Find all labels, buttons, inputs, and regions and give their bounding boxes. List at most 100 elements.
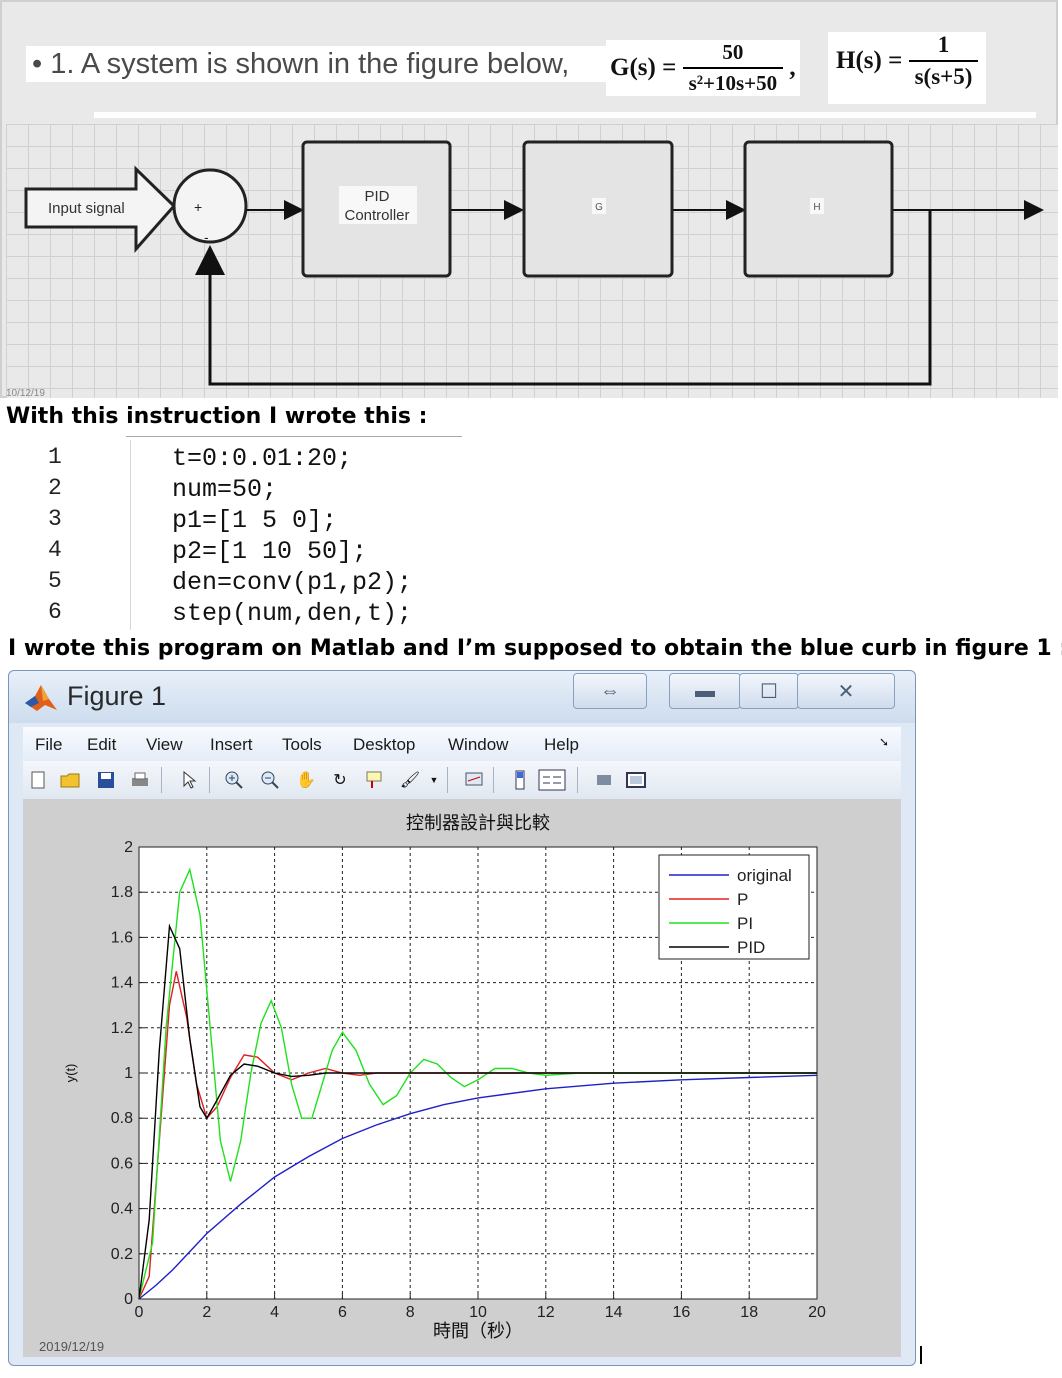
- summing-junction: [172, 168, 248, 244]
- code-top-rule: [126, 436, 462, 437]
- pid-label-line2: Controller: [344, 207, 409, 224]
- window-titlebar[interactable]: Figure 1 ⇔ ▬ ☐ ✕: [9, 671, 915, 723]
- x-tick-label: 20: [808, 1304, 826, 1321]
- open-file-icon[interactable]: [59, 769, 81, 791]
- menu-tools[interactable]: Tools: [282, 735, 322, 755]
- menu-desktop[interactable]: Desktop: [353, 735, 415, 755]
- y-tick-label: 0.6: [111, 1155, 133, 1172]
- slide-divider: [94, 112, 1036, 118]
- save-icon[interactable]: [95, 769, 117, 791]
- colorbar-icon[interactable]: [509, 769, 531, 791]
- code-line-number: 1: [48, 444, 62, 470]
- y-tick-label: 1.8: [111, 884, 133, 901]
- chart-title: 控制器設計與比較: [406, 813, 550, 834]
- g-lhs: G(s) =: [610, 54, 677, 81]
- minimize-icon: ▬: [695, 679, 715, 702]
- dock-button[interactable]: ⇔: [573, 673, 647, 709]
- new-figure-icon[interactable]: [27, 769, 49, 791]
- x-tick-label: 18: [740, 1304, 758, 1321]
- summing-plus: +: [194, 199, 202, 215]
- code-line: num=50;: [172, 475, 278, 504]
- figure-toolbar: ✋ ↻ 🖌 ▼: [23, 761, 901, 800]
- instruction-text: With this instruction I wrote this :: [6, 404, 428, 429]
- code-line-number: 2: [48, 475, 62, 501]
- code-line: p2=[1 10 50];: [172, 537, 368, 566]
- y-tick-label: 0.2: [111, 1246, 133, 1263]
- rotate-icon[interactable]: ↻: [329, 769, 351, 791]
- brush-dropdown-icon[interactable]: ▼: [423, 769, 445, 791]
- maximize-button[interactable]: ☐: [739, 673, 799, 709]
- pointer-icon[interactable]: [179, 769, 201, 791]
- menu-insert[interactable]: Insert: [210, 735, 253, 755]
- code-line: t=0:0.01:20;: [172, 444, 353, 473]
- h-lhs: H(s) =: [836, 47, 903, 74]
- pan-icon[interactable]: ✋: [295, 769, 317, 791]
- x-tick-label: 16: [673, 1304, 691, 1321]
- chart-svg: 0 2 4 6 8 10 12 14 16 18 20 0 0.2 0.4 0.6 0.8 1 1.2 1.4 1.6…: [63, 813, 826, 1342]
- block-diagram: Input signal + - PID Controller G H: [6, 124, 1058, 398]
- zoom-out-icon[interactable]: [259, 769, 281, 791]
- menu-edit[interactable]: Edit: [87, 735, 116, 755]
- slide-date: 10/12/19: [6, 388, 45, 399]
- brush-icon[interactable]: 🖌: [399, 769, 421, 791]
- h-block-label: H: [813, 202, 820, 213]
- legend-label: PI: [737, 914, 753, 933]
- h-formula: H(s) = 1 s(s+5): [828, 32, 987, 104]
- close-icon: ✕: [837, 680, 855, 703]
- g-formula: G(s) = 50 s²+10s+50 ,: [606, 40, 800, 96]
- question-text: • 1. A system is shown in the figure bel…: [32, 48, 570, 80]
- legend-label: P: [737, 890, 748, 909]
- g-denominator: s²+10s+50: [688, 71, 778, 95]
- menu-file[interactable]: File: [35, 735, 62, 755]
- question-slide: • 1. A system is shown in the figure bel…: [0, 0, 1058, 399]
- legend-label: original: [737, 866, 792, 885]
- show-plot-tools-icon[interactable]: [625, 769, 647, 791]
- data-cursor-icon[interactable]: [363, 769, 385, 791]
- code-line-number: 6: [48, 599, 62, 625]
- pid-label-line1: PID: [364, 188, 389, 205]
- x-tick-label: 8: [406, 1304, 415, 1321]
- code-line: p1=[1 5 0];: [172, 506, 338, 535]
- x-tick-label: 12: [537, 1304, 555, 1321]
- figure-canvas: 0 2 4 6 8 10 12 14 16 18 20 0 0.2 0.4 0.6 0.8 1 1.2 1.4 1.6…: [23, 799, 901, 1357]
- y-tick-label: 2: [124, 839, 133, 856]
- menu-overflow-icon[interactable]: ➘: [879, 735, 889, 749]
- x-tick-label: 14: [605, 1304, 623, 1321]
- x-axis-label: 時間（秒）: [433, 1321, 523, 1342]
- input-signal-label: Input signal: [48, 200, 125, 217]
- code-line-number: 4: [48, 537, 62, 563]
- zoom-in-icon[interactable]: [223, 769, 245, 791]
- summing-minus: -: [204, 229, 209, 245]
- x-tick-label: 6: [338, 1304, 347, 1321]
- minimize-button[interactable]: ▬: [669, 673, 741, 709]
- menu-bar: File Edit View Insert Tools Desktop Wind…: [23, 727, 901, 761]
- g-numerator: 50: [682, 40, 784, 69]
- claim-text: I wrote this program on Matlab and I’m s…: [8, 636, 1062, 661]
- x-tick-label: 4: [270, 1304, 279, 1321]
- y-tick-label: 1.6: [111, 929, 133, 946]
- block-diagram-svg: Input signal + - PID Controller G H: [24, 140, 1044, 386]
- legend-label: PID: [737, 938, 765, 957]
- menu-window[interactable]: Window: [448, 735, 508, 755]
- menu-help[interactable]: Help: [544, 735, 579, 755]
- code-line: step(num,den,t);: [172, 599, 413, 628]
- link-plot-icon[interactable]: [463, 769, 485, 791]
- code-gutter: [4, 440, 131, 630]
- close-button[interactable]: ✕: [797, 673, 895, 709]
- toolbar-separator: [161, 767, 162, 793]
- code-listing: 1 2 3 4 5 6 t=0:0.01:20; num=50; p1=[1 5…: [4, 436, 462, 630]
- code-line-number: 5: [48, 568, 62, 594]
- hide-plot-tools-icon[interactable]: [593, 769, 615, 791]
- legend-icon[interactable]: [537, 769, 567, 791]
- print-icon[interactable]: [129, 769, 151, 791]
- menu-view[interactable]: View: [146, 735, 183, 755]
- h-numerator: 1: [908, 32, 979, 62]
- toolbar-separator: [493, 767, 494, 793]
- g-block-label: G: [595, 202, 603, 213]
- toolbar-separator: [447, 767, 448, 793]
- code-line: den=conv(p1,p2);: [172, 568, 413, 597]
- h-fraction: 1 s(s+5): [908, 32, 979, 90]
- y-tick-label: 0: [124, 1291, 133, 1308]
- h-denominator: s(s+5): [914, 64, 973, 89]
- chart-legend[interactable]: original P PI PID: [658, 854, 810, 960]
